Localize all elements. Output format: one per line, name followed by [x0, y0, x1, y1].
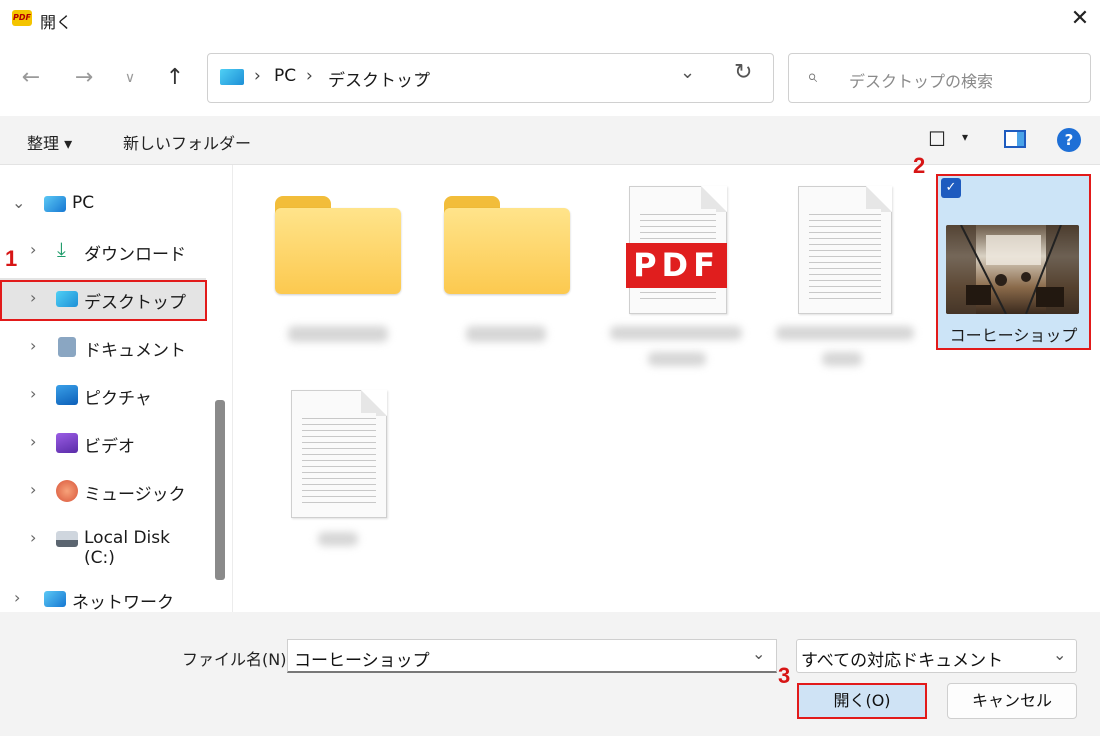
step-marker-2: 2: [913, 153, 926, 178]
sidebar-item-pc[interactable]: ⌄ PC: [0, 183, 206, 225]
filename-field[interactable]: コーヒーショップ ⌄: [287, 639, 777, 673]
navigation-pane: ⌄ PC › ⤓ ダウンロード › デスクトップ › ドキュメント › ピクチャ…: [0, 165, 233, 612]
sidebar-item-label: PC: [72, 193, 95, 213]
blurred-file-name: [288, 326, 388, 342]
chevron-right-icon[interactable]: ›: [30, 384, 36, 403]
sidebar-item-documents[interactable]: › ドキュメント: [0, 326, 206, 368]
chevron-down-icon[interactable]: ⌄: [12, 193, 25, 212]
folder-item[interactable]: [275, 196, 401, 296]
refresh-icon[interactable]: ↻: [734, 60, 752, 85]
blurred-file-name: [610, 326, 742, 340]
disk-icon: [56, 531, 78, 547]
breadcrumb-separator[interactable]: ›: [418, 66, 425, 86]
document-file-item[interactable]: [798, 186, 892, 314]
music-icon: [56, 480, 78, 502]
filetype-value: すべての対応ドキュメント: [801, 651, 1004, 671]
back-button[interactable]: ←: [13, 60, 49, 96]
sidebar-item-label: ダウンロード: [84, 245, 186, 265]
picture-icon: [56, 385, 78, 405]
folder-item[interactable]: [444, 196, 570, 296]
search-input[interactable]: デスクトップの検索: [849, 68, 993, 92]
sidebar-item-label: ドキュメント: [84, 341, 186, 361]
highlight-box-desktop: [0, 280, 207, 321]
chevron-right-icon[interactable]: ›: [30, 336, 36, 355]
sidebar-scrollbar-thumb[interactable]: [215, 400, 225, 580]
organize-menu[interactable]: 整理 ▾: [27, 130, 72, 154]
command-bar: 整理 ▾ 新しいフォルダー ☐ ▾ ?: [0, 116, 1100, 165]
blurred-file-name: [822, 352, 862, 366]
video-icon: [56, 433, 78, 453]
chevron-right-icon[interactable]: ›: [14, 588, 20, 607]
chevron-down-icon[interactable]: ⌄: [680, 62, 695, 83]
breadcrumb-separator: ›: [254, 66, 261, 86]
view-icon[interactable]: ☐: [928, 127, 946, 151]
blurred-file-name: [466, 326, 546, 342]
sidebar-item-label: ピクチャ: [84, 389, 152, 409]
chevron-down-icon[interactable]: ⌄: [1053, 645, 1066, 664]
sidebar-item-label: Local Disk (C:): [84, 528, 170, 568]
sidebar-item-downloads[interactable]: › ⤓ ダウンロード: [0, 230, 206, 272]
filename-value[interactable]: コーヒーショップ: [294, 646, 430, 671]
dialog-footer: [0, 612, 1100, 736]
close-icon[interactable]: ✕: [1064, 4, 1096, 34]
breadcrumb-separator: ›: [306, 66, 313, 86]
sidebar-item-label: ビデオ: [84, 437, 135, 457]
network-icon: [44, 591, 66, 607]
coffee-shop-thumbnail: [946, 225, 1079, 314]
sidebar-item-local-disk[interactable]: › Local Disk (C:): [0, 518, 206, 568]
view-dropdown[interactable]: ▾: [962, 130, 968, 144]
download-icon: ⤓: [57, 237, 66, 261]
chevron-down-icon[interactable]: ⌄: [752, 644, 765, 663]
step-marker-3: 3: [778, 663, 791, 688]
document-file-item[interactable]: [291, 390, 387, 518]
breadcrumb-pc[interactable]: PC: [274, 66, 296, 86]
recent-locations-button[interactable]: ∨: [112, 60, 148, 96]
sidebar-item-label: ネットワーク: [72, 593, 174, 612]
pc-icon: [44, 196, 66, 212]
title-bar: PDF 開く ✕: [0, 0, 1100, 40]
search-box[interactable]: ⌕ デスクトップの検索: [788, 53, 1091, 103]
chevron-right-icon[interactable]: ›: [30, 480, 36, 499]
step-marker-1: 1: [5, 246, 18, 271]
pdf-badge: PDF: [626, 243, 727, 288]
sidebar-item-label: ミュージック: [84, 485, 186, 505]
checkbox-checked-icon[interactable]: ✓: [941, 178, 961, 198]
document-icon: [58, 337, 76, 357]
filetype-select[interactable]: すべての対応ドキュメント ⌄: [796, 639, 1077, 673]
selected-file-name: コーヒーショップ: [949, 326, 1078, 345]
sidebar-item-music[interactable]: › ミュージック: [0, 470, 206, 512]
forward-button[interactable]: →: [66, 60, 102, 96]
open-button[interactable]: 開く(O): [797, 683, 927, 719]
up-button[interactable]: ↑: [157, 60, 193, 96]
chevron-right-icon[interactable]: ›: [30, 432, 36, 451]
sidebar-item-network[interactable]: › ネットワーク: [0, 578, 206, 612]
cancel-button[interactable]: キャンセル: [947, 683, 1077, 719]
filename-label: ファイル名(N):: [182, 650, 292, 669]
blurred-file-name: [648, 352, 706, 366]
help-icon[interactable]: ?: [1057, 128, 1081, 152]
breadcrumb-desktop[interactable]: デスクトップ: [328, 66, 430, 91]
chevron-right-icon[interactable]: ›: [30, 240, 36, 259]
window-title: 開く: [40, 13, 73, 32]
address-bar[interactable]: › PC › デスクトップ › ⌄ ↻: [207, 53, 774, 103]
desktop-icon: [220, 69, 244, 85]
blurred-file-name: [776, 326, 914, 340]
chevron-right-icon[interactable]: ›: [30, 528, 36, 547]
pdf-app-icon: PDF: [12, 10, 32, 26]
sidebar-item-pictures[interactable]: › ピクチャ: [0, 374, 206, 416]
search-icon: ⌕: [807, 66, 818, 87]
sidebar-item-videos[interactable]: › ビデオ: [0, 422, 206, 464]
preview-pane-icon[interactable]: [1004, 130, 1026, 148]
blurred-file-name: [318, 532, 358, 546]
new-folder-button[interactable]: 新しいフォルダー: [123, 130, 251, 154]
